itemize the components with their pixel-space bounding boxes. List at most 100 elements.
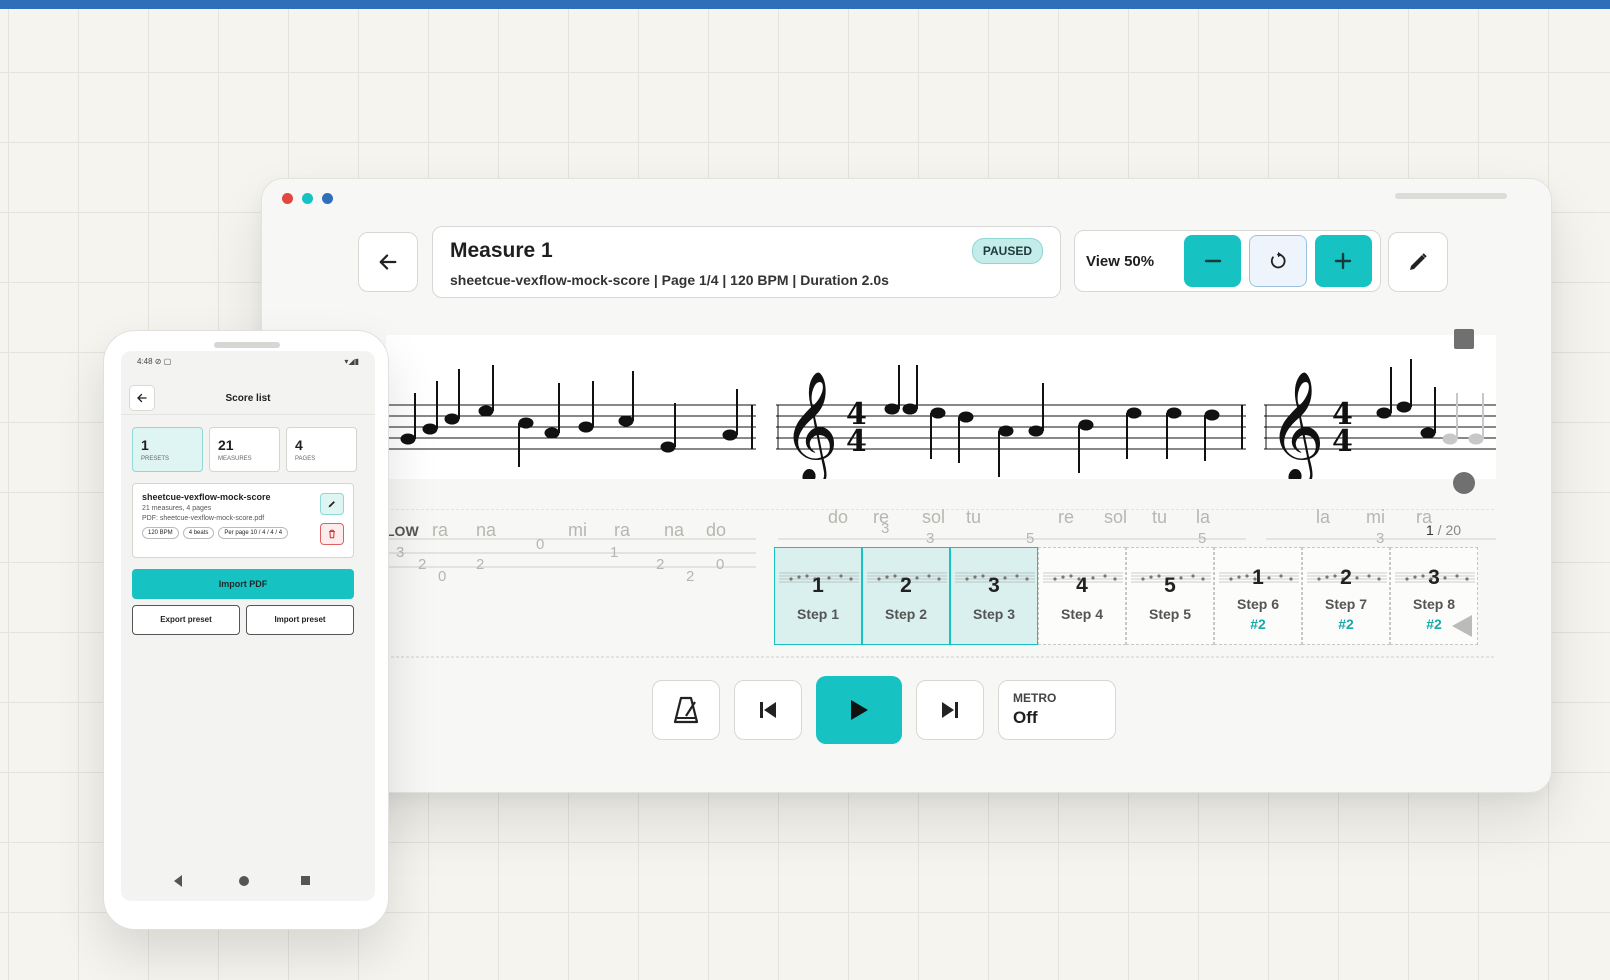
stat-measures: 21 MEASURES xyxy=(209,427,280,472)
time-signature-bottom: 4 xyxy=(846,424,867,459)
minus-icon xyxy=(1204,259,1222,263)
step-card[interactable]: 5 Step 5 xyxy=(1126,547,1214,645)
lyric: na xyxy=(476,520,497,540)
zoom-controls: View 50% xyxy=(1074,230,1381,292)
phone-screen: 4:48 ⊘ ▢ ▾◢▮ Score list 1 PRESETS 21 MEASU… xyxy=(121,351,375,901)
transport-bar: METRO Off xyxy=(652,676,1116,744)
lyric: ra xyxy=(432,520,449,540)
lyric: na xyxy=(664,520,685,540)
trash-icon xyxy=(329,529,335,539)
pencil-icon xyxy=(328,501,335,508)
preset-pdf: PDF: sheetcue-vexflow-mock-score.pdf xyxy=(142,515,265,522)
lyric: ra xyxy=(614,520,631,540)
step-number: 2 xyxy=(900,574,912,597)
lyric: mi xyxy=(568,520,587,540)
sheet-music-view[interactable]: 𝄞 4 4 𝄞 4 4 xyxy=(386,335,1496,479)
nav-recents-icon[interactable] xyxy=(301,876,310,885)
step-repeat: #2 xyxy=(1426,616,1442,632)
zoom-out-button[interactable] xyxy=(1184,235,1242,287)
arrow-left-icon xyxy=(379,254,397,270)
svg-text:3: 3 xyxy=(396,544,404,561)
measure-info-card: Measure 1 sheetcue-vexflow-mock-score | … xyxy=(432,226,1061,298)
measure-notes-mid xyxy=(884,365,1220,477)
metronome-toggle[interactable]: METRO Off xyxy=(998,680,1116,740)
step-card[interactable]: 2 Step 7 #2 xyxy=(1302,547,1390,645)
back-button[interactable] xyxy=(358,232,418,292)
stop-square-icon[interactable] xyxy=(1454,329,1474,349)
lyric: tu xyxy=(966,509,981,527)
close-dot[interactable] xyxy=(282,193,293,204)
step-strip: 1 Step 1 2 Step 2 3 Step 3 4 Step 4 5 Step 5 1 Step… xyxy=(774,547,1495,647)
page-total: / 20 xyxy=(1433,522,1462,538)
step-card[interactable]: 2 Step 2 xyxy=(862,547,950,645)
measure-notes-right xyxy=(1376,359,1436,439)
chip-beats: 4 beats xyxy=(182,527,215,539)
svg-text:3: 3 xyxy=(881,520,889,537)
preset-meta: 21 measures, 4 pages xyxy=(142,505,212,512)
chip-bpm: 120 BPM xyxy=(142,527,179,539)
previous-button[interactable] xyxy=(734,680,802,740)
status-time: 4:48 ⊘ ▢ xyxy=(137,357,172,366)
step-card[interactable]: 3 Step 3 xyxy=(950,547,1038,645)
preset-chips: 120 BPM 4 beats Per page 10 / 4 / 4 / 4 xyxy=(142,527,344,539)
play-button[interactable] xyxy=(816,676,902,744)
preset-name: sheetcue-vexflow-mock-score xyxy=(142,492,271,502)
edit-button[interactable] xyxy=(1388,232,1448,292)
time-signature-bottom-2: 4 xyxy=(1332,424,1353,459)
skip-forward-icon xyxy=(942,702,958,718)
svg-text:5: 5 xyxy=(1198,530,1206,547)
export-preset-button[interactable]: Export preset xyxy=(132,605,240,635)
zoom-in-button[interactable] xyxy=(1314,235,1372,287)
lyric-label: LOW xyxy=(386,523,419,539)
window-controls xyxy=(282,193,333,204)
step-label: Step 7 xyxy=(1324,596,1367,612)
phone-speaker xyxy=(214,342,280,348)
preset-card[interactable]: sheetcue-vexflow-mock-score 21 measures,… xyxy=(132,483,354,558)
preset-delete-button[interactable] xyxy=(320,523,344,545)
svg-text:2: 2 xyxy=(656,556,664,573)
phone-title: Score list xyxy=(225,393,271,404)
step-number: 4 xyxy=(1076,574,1088,597)
zoom-reset-button[interactable] xyxy=(1249,235,1307,287)
step-number: 5 xyxy=(1164,574,1176,597)
page-current: 1 xyxy=(1426,522,1434,538)
stat-value: 4 xyxy=(295,437,303,453)
svg-text:5: 5 xyxy=(1026,530,1034,547)
next-button[interactable] xyxy=(916,680,984,740)
phone-device: 4:48 ⊘ ▢ ▾◢▮ Score list 1 PRESETS 21 MEASU… xyxy=(103,330,389,930)
step-card[interactable]: 4 Step 4 xyxy=(1038,547,1126,645)
svg-text:2: 2 xyxy=(476,556,484,573)
tablet-window: Measure 1 sheetcue-vexflow-mock-score | … xyxy=(261,178,1552,793)
chip-per-page: Per page 10 / 4 / 4 / 4 xyxy=(218,527,289,539)
step-label: Step 8 xyxy=(1412,596,1455,612)
status-badge: PAUSED xyxy=(971,238,1043,264)
step-label: Step 6 xyxy=(1236,596,1279,612)
stat-value: 21 xyxy=(218,437,234,453)
step-number: 1 xyxy=(812,574,824,597)
play-icon xyxy=(851,700,868,720)
nav-home-icon[interactable] xyxy=(239,876,249,886)
lyric: la xyxy=(1196,509,1211,527)
step-number: 1 xyxy=(1252,566,1264,589)
step-repeat: #2 xyxy=(1250,616,1266,632)
preset-edit-button[interactable] xyxy=(320,493,344,515)
nav-back-icon[interactable] xyxy=(174,875,182,887)
step-card[interactable]: 1 Step 1 xyxy=(774,547,862,645)
lyric: do xyxy=(706,520,726,540)
window-grab-handle[interactable] xyxy=(1395,193,1507,199)
import-pdf-button[interactable]: Import PDF xyxy=(132,569,354,599)
record-circle-icon[interactable] xyxy=(1453,472,1475,494)
svg-text:0: 0 xyxy=(438,568,446,585)
import-preset-button[interactable]: Import preset xyxy=(246,605,354,635)
step-card[interactable]: 3 Step 8 #2 xyxy=(1390,547,1478,645)
treble-clef-icon: 𝄞 xyxy=(782,370,839,479)
maximize-dot[interactable] xyxy=(322,193,333,204)
step-repeat: #2 xyxy=(1338,616,1354,632)
lyric: re xyxy=(1058,509,1074,527)
step-card[interactable]: 1 Step 6 #2 xyxy=(1214,547,1302,645)
metronome-button[interactable] xyxy=(652,680,720,740)
stat-pages: 4 PAGES xyxy=(286,427,357,472)
minimize-dot[interactable] xyxy=(302,193,313,204)
step-label: Step 3 xyxy=(972,606,1015,622)
svg-text:3: 3 xyxy=(926,530,934,547)
